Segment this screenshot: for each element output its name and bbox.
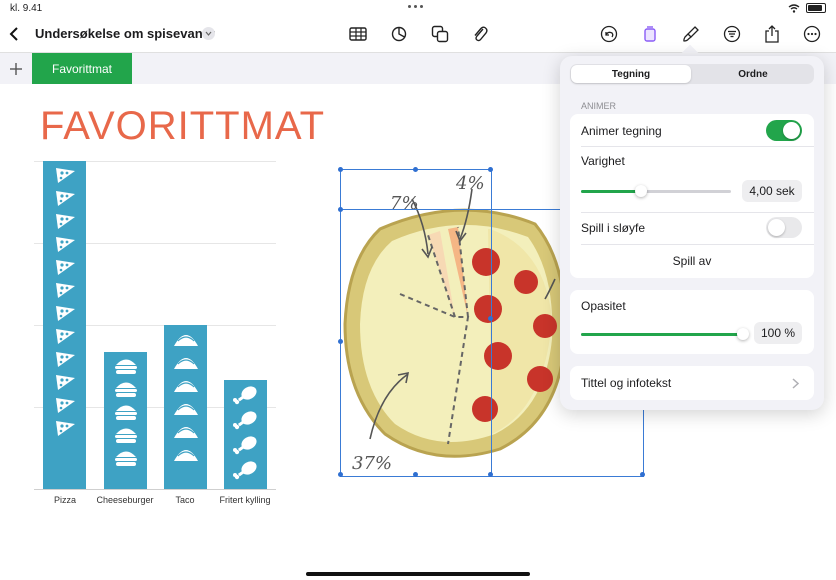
plus-icon xyxy=(10,63,22,75)
animate-drawing-toggle[interactable] xyxy=(766,120,802,141)
taco-icon xyxy=(173,381,198,392)
opacity-value[interactable]: 100 % xyxy=(754,322,802,344)
filter-icon[interactable] xyxy=(720,22,744,46)
segment-ordne[interactable]: Ordne xyxy=(693,65,813,83)
drumstick-icon xyxy=(232,386,257,405)
pizza-slice-icon xyxy=(55,260,75,275)
drumstick-icon xyxy=(232,436,257,455)
selection-handle[interactable] xyxy=(488,472,493,477)
taco-icon xyxy=(173,404,198,415)
shapes-icon[interactable] xyxy=(428,22,452,46)
duration-slider[interactable] xyxy=(581,185,731,197)
tab-favorittmat[interactable]: Favorittmat xyxy=(32,53,132,85)
burger-icon xyxy=(114,405,137,420)
pizza-slice-icon xyxy=(55,283,75,298)
opacity-label: Opasitet xyxy=(581,299,626,313)
table-icon[interactable] xyxy=(346,22,370,46)
more-icon[interactable] xyxy=(800,22,824,46)
burger-icon xyxy=(114,428,137,443)
pizza-slice-icon xyxy=(55,375,75,390)
opacity-group: Opasitet 100 % xyxy=(570,290,814,354)
caption-label: Tittel og infotekst xyxy=(581,376,672,390)
taco-icon xyxy=(173,358,198,369)
taco-icon xyxy=(173,335,198,346)
divider xyxy=(581,244,814,245)
paperclip-icon[interactable] xyxy=(468,22,492,46)
loop-label: Spill i sløyfe xyxy=(581,221,646,235)
animation-group: Animer tegning Varighet 4,00 sek Spill i… xyxy=(570,114,814,278)
selection-handle[interactable] xyxy=(338,339,343,344)
chevron-right-icon xyxy=(792,378,799,389)
pizza-slice-icon xyxy=(55,191,75,206)
chevron-down-icon[interactable] xyxy=(202,27,215,40)
burger-icon xyxy=(114,451,137,466)
section-header-animer: ANIMER xyxy=(581,101,617,111)
divider xyxy=(581,212,814,213)
segment-tegning[interactable]: Tegning xyxy=(571,65,691,83)
bar-cheeseburger[interactable] xyxy=(104,352,147,489)
selection-handle[interactable] xyxy=(338,207,343,212)
taco-icon xyxy=(173,450,198,461)
drumstick-icon xyxy=(232,461,257,480)
selection-handle[interactable] xyxy=(338,167,343,172)
bar-taco[interactable] xyxy=(164,325,207,489)
category-label: Cheeseburger xyxy=(96,495,154,505)
drumstick-icon xyxy=(232,411,257,430)
chart-baseline xyxy=(34,489,276,490)
segmented-control: Tegning Ordne xyxy=(570,64,814,84)
category-label: Taco xyxy=(175,495,195,505)
animate-popover: Tegning Ordne ANIMER Animer tegning Vari… xyxy=(560,56,824,410)
opacity-slider[interactable] xyxy=(581,328,749,340)
pizza-slice-icon xyxy=(55,306,75,321)
format-icon[interactable] xyxy=(638,22,662,46)
bar-pizza[interactable] xyxy=(43,161,86,489)
category-label: Fritert kylling xyxy=(219,495,271,505)
pizza-slice-icon xyxy=(55,398,75,413)
battery-icon xyxy=(806,3,826,13)
chevron-left-icon[interactable] xyxy=(2,22,26,46)
burger-icon xyxy=(114,382,137,397)
divider xyxy=(581,146,814,147)
loop-toggle[interactable] xyxy=(766,217,802,238)
document-title[interactable]: Undersøkelse om spisevaner xyxy=(35,26,215,41)
burger-icon xyxy=(114,359,137,374)
animate-drawing-label: Animer tegning xyxy=(581,124,662,138)
pizza-slice-icon xyxy=(55,329,75,344)
status-time: kl. 9.41 xyxy=(10,3,43,14)
status-bar: kl. 9.41 xyxy=(0,0,836,16)
selection-handle[interactable] xyxy=(488,167,493,172)
pizza-slice-icon xyxy=(55,168,75,183)
share-icon[interactable] xyxy=(760,22,784,46)
bar-fritert-kylling[interactable] xyxy=(224,380,267,489)
caption-row[interactable]: Tittel og infotekst xyxy=(570,366,814,400)
pizza-slice-icon xyxy=(55,421,75,436)
toolbar: Undersøkelse om spisevaner xyxy=(0,16,836,52)
wifi-icon xyxy=(788,3,800,13)
paintbrush-icon[interactable] xyxy=(679,22,703,46)
taco-icon xyxy=(173,427,198,438)
home-indicator[interactable] xyxy=(306,572,530,576)
undo-icon[interactable] xyxy=(597,22,621,46)
selection-handle[interactable] xyxy=(338,472,343,477)
pizza-slice-icon xyxy=(55,214,75,229)
multitask-dots[interactable] xyxy=(408,5,423,8)
page-title[interactable]: FAVORITTMAT xyxy=(40,104,325,149)
duration-value[interactable]: 4,00 sek xyxy=(742,180,802,202)
selection-handle[interactable] xyxy=(640,472,645,477)
duration-label: Varighet xyxy=(581,154,625,168)
pizza-slice-icon xyxy=(55,237,75,252)
pizza-slice-icon xyxy=(55,352,75,367)
add-sheet-button[interactable] xyxy=(6,59,26,79)
selection-handle[interactable] xyxy=(413,167,418,172)
chart-icon[interactable] xyxy=(387,22,411,46)
selection-handle[interactable] xyxy=(488,316,493,321)
category-label: Pizza xyxy=(53,495,76,505)
play-button[interactable]: Spill av xyxy=(570,254,814,268)
selection-handle[interactable] xyxy=(413,472,418,477)
